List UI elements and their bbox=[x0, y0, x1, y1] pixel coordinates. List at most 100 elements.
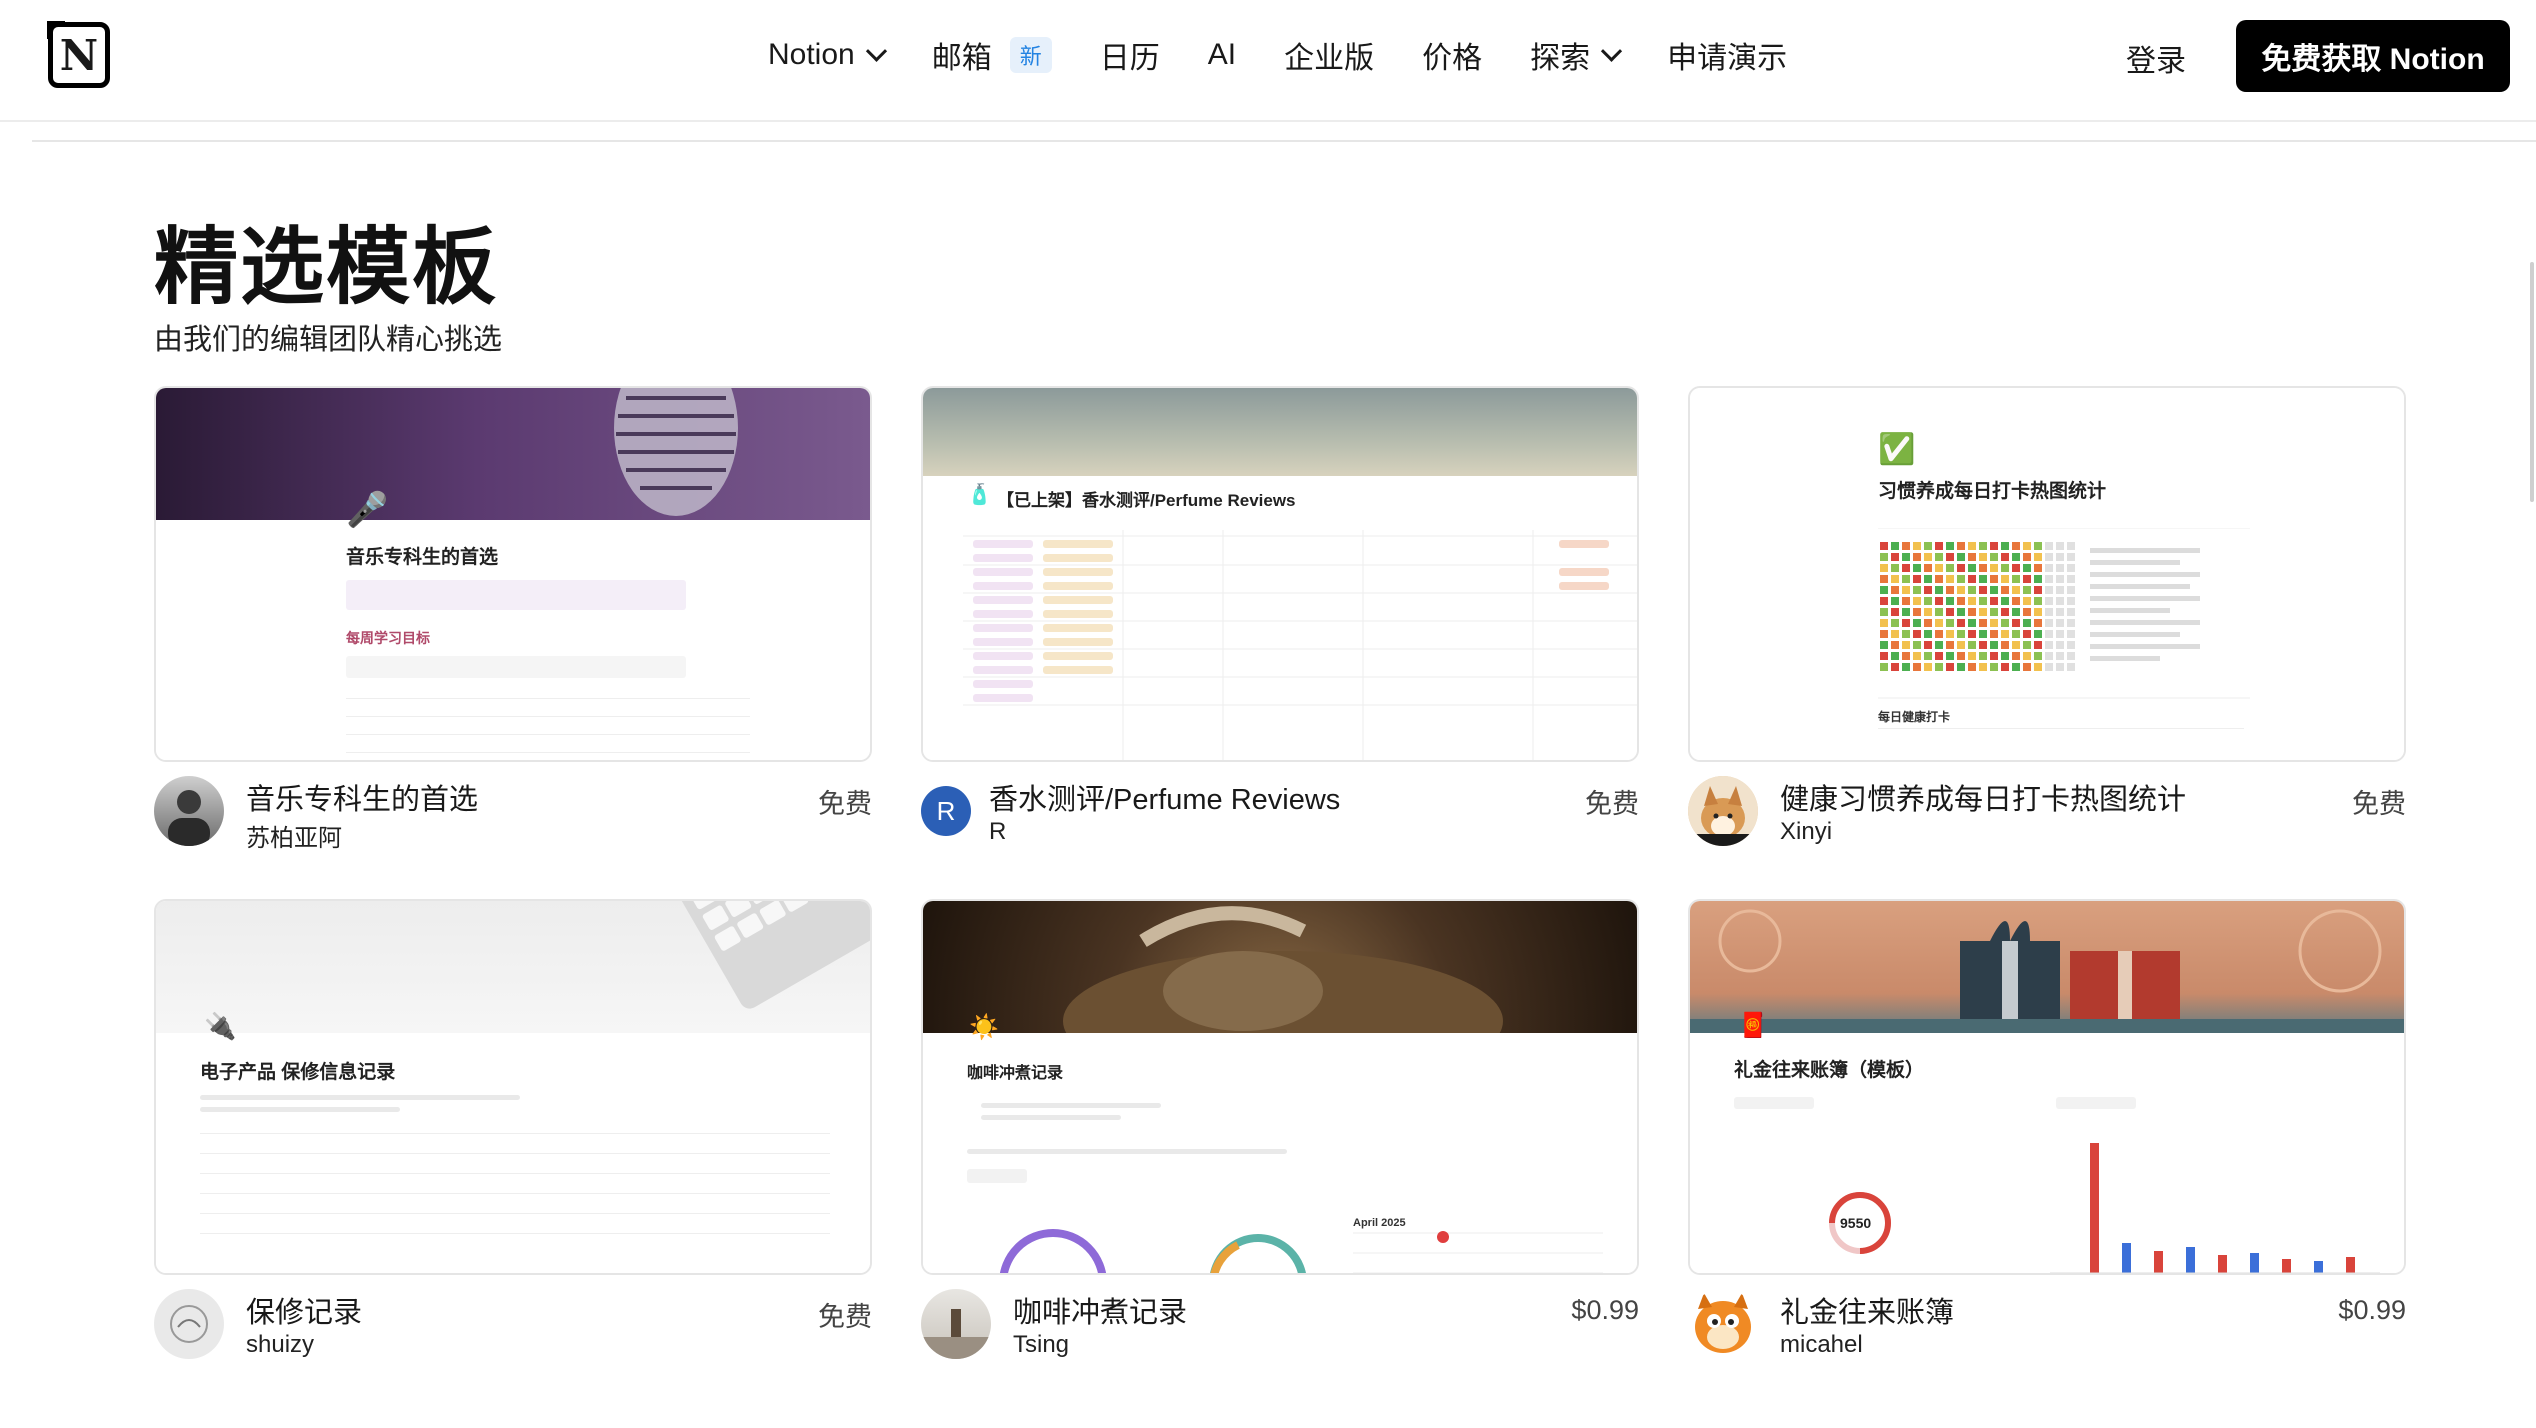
notion-logo-icon[interactable]: N bbox=[47, 21, 110, 88]
heatmap-cell bbox=[1946, 542, 1954, 550]
heatmap-cell bbox=[2034, 608, 2042, 616]
heatmap-cell bbox=[2023, 586, 2031, 594]
get-notion-free-button[interactable]: 免费获取 Notion bbox=[2236, 20, 2510, 92]
template-author[interactable]: Tsing bbox=[1013, 1331, 1069, 1359]
heatmap-cell bbox=[1924, 641, 1932, 649]
template-preview[interactable]: 🧴 【已上架】香水测评/Perfume Reviews bbox=[921, 386, 1639, 762]
template-card[interactable]: 🧴 【已上架】香水测评/Perfume Reviews R 香水测评/Perfu… bbox=[921, 386, 1639, 886]
template-title[interactable]: 香水测评/Perfume Reviews bbox=[989, 776, 1340, 818]
bar-mark bbox=[2314, 1261, 2323, 1273]
nav-item-label: 探索 bbox=[1530, 42, 1591, 75]
chevron-down-icon bbox=[865, 40, 887, 62]
heatmap-cell bbox=[1968, 608, 1976, 616]
heatmap-cell bbox=[2034, 641, 2042, 649]
heatmap-cell bbox=[2034, 575, 2042, 583]
template-author[interactable]: R bbox=[989, 818, 1006, 846]
heatmap-cell bbox=[1913, 542, 1921, 550]
heatmap-cell bbox=[2012, 597, 2020, 605]
heatmap-cell bbox=[2001, 564, 2009, 572]
heatmap-cell bbox=[1957, 652, 1965, 660]
heatmap-cell bbox=[1913, 652, 1921, 660]
preview-title: 习惯养成每日打卡热图统计 bbox=[1878, 481, 2107, 502]
nav-item-mail[interactable]: 邮箱 新 bbox=[932, 33, 1052, 77]
template-author[interactable]: micahel bbox=[1780, 1331, 1863, 1359]
template-preview[interactable]: 🔌 电子产品 保修信息记录 bbox=[154, 899, 872, 1275]
heatmap-cell bbox=[1990, 630, 1998, 638]
heatmap-cell bbox=[1968, 542, 1976, 550]
heatmap-cell bbox=[1924, 575, 1932, 583]
preview-page: 🎤 音乐专科生的首选 每周学习目标 bbox=[156, 491, 870, 760]
heatmap-cell bbox=[2012, 542, 2020, 550]
heatmap-cell bbox=[2067, 630, 2075, 638]
heatmap-cell bbox=[2067, 575, 2075, 583]
preview-page: 🧴 【已上架】香水测评/Perfume Reviews bbox=[923, 476, 1637, 760]
heatmap-cell bbox=[1913, 619, 1921, 627]
template-preview[interactable]: ✅ 习惯养成每日打卡热图统计 每日健康打卡 bbox=[1688, 386, 2406, 762]
template-card[interactable]: 🔌 电子产品 保修信息记录 保修记录 shuizy 免费 bbox=[154, 899, 872, 1399]
nav-item-notion[interactable]: Notion bbox=[768, 38, 887, 72]
heatmap-cell bbox=[1935, 619, 1943, 627]
template-card[interactable]: ✅ 习惯养成每日打卡热图统计 每日健康打卡 健康习惯养成每日打卡热图统计 Xin… bbox=[1688, 386, 2406, 886]
heatmap-cell bbox=[1935, 641, 1943, 649]
nav-item-label: 申请演示 bbox=[1667, 42, 1788, 75]
template-card[interactable]: ☀️ 咖啡冲煮记录 April 2025 咖啡冲煮记录 Tsing $0.99 bbox=[921, 899, 1639, 1399]
template-title[interactable]: 保修记录 bbox=[246, 1289, 362, 1331]
heatmap-cell bbox=[2023, 608, 2031, 616]
microphone-cover-graphic bbox=[614, 388, 738, 516]
nav-item-ai[interactable]: AI bbox=[1208, 38, 1236, 72]
template-preview[interactable]: 🎤 音乐专科生的首选 每周学习目标 bbox=[154, 386, 872, 762]
heatmap-cell bbox=[1957, 619, 1965, 627]
template-author[interactable]: 苏柏亚阿 bbox=[246, 818, 342, 853]
person-avatar-icon bbox=[921, 1309, 991, 1359]
heatmap-cell bbox=[2001, 630, 2009, 638]
template-title[interactable]: 礼金往来账簿 bbox=[1780, 1289, 1954, 1331]
ledger-charts-graphic bbox=[1829, 1143, 2380, 1273]
table-line bbox=[346, 698, 750, 699]
template-author[interactable]: shuizy bbox=[246, 1331, 314, 1359]
section-title: 精选模板 bbox=[154, 220, 499, 314]
heatmap-cell bbox=[1891, 608, 1899, 616]
heatmap-cell bbox=[1924, 553, 1932, 561]
nav-item-enterprise[interactable]: 企业版 bbox=[1284, 33, 1374, 77]
heatmap-cell bbox=[2056, 608, 2064, 616]
heatmap-cell bbox=[2056, 564, 2064, 572]
nav-item-pricing[interactable]: 价格 bbox=[1422, 33, 1482, 77]
template-author[interactable]: Xinyi bbox=[1780, 818, 1832, 846]
text-block bbox=[967, 1149, 1287, 1154]
template-preview[interactable]: 🧧 礼金往来账簿（模板） 9550 bbox=[1688, 899, 2406, 1275]
text-block bbox=[1734, 1097, 1814, 1109]
heatmap-cell bbox=[1990, 608, 1998, 616]
heatmap-cell bbox=[1935, 597, 1943, 605]
template-title[interactable]: 健康习惯养成每日打卡热图统计 bbox=[1780, 776, 2186, 818]
nav-item-request-demo[interactable]: 申请演示 bbox=[1667, 33, 1787, 77]
nav-item-calendar[interactable]: 日历 bbox=[1100, 33, 1160, 77]
heatmap-cell bbox=[1968, 619, 1976, 627]
preview-page: 🧧 礼金往来账簿（模板） 9550 bbox=[1690, 1012, 2404, 1273]
heatmap-cell bbox=[2001, 663, 2009, 671]
heatmap-cell bbox=[1979, 575, 1987, 583]
dog-avatar-icon bbox=[1688, 776, 1758, 846]
heatmap-cell bbox=[1913, 663, 1921, 671]
avatar: R bbox=[921, 786, 971, 836]
heatmap-cell bbox=[1946, 619, 1954, 627]
heatmap-cell bbox=[2056, 597, 2064, 605]
heatmap-cell bbox=[1990, 663, 1998, 671]
heatmap-cell bbox=[1891, 575, 1899, 583]
heatmap-cell bbox=[2001, 553, 2009, 561]
login-link[interactable]: 登录 bbox=[2126, 36, 2186, 80]
heatmap-cell bbox=[1902, 663, 1910, 671]
scrollbar-thumb[interactable] bbox=[2530, 262, 2534, 502]
heatmap-cell bbox=[1990, 575, 1998, 583]
sketch-avatar-icon bbox=[170, 1305, 208, 1343]
template-title[interactable]: 音乐专科生的首选 bbox=[246, 776, 478, 818]
nav-item-explore[interactable]: 探索 bbox=[1530, 33, 1623, 77]
heatmap-cell bbox=[2012, 575, 2020, 583]
heatmap-cell bbox=[1891, 663, 1899, 671]
heatmap-cell bbox=[1913, 641, 1921, 649]
template-card[interactable]: 🎤 音乐专科生的首选 每周学习目标 音乐专科生的首选 苏柏亚阿 免费 bbox=[154, 386, 872, 886]
template-card[interactable]: 🧧 礼金往来账簿（模板） 9550 礼金往来账簿 micahel $0.99 bbox=[1688, 899, 2406, 1399]
template-preview[interactable]: ☀️ 咖啡冲煮记录 April 2025 bbox=[921, 899, 1639, 1275]
heatmap-cell bbox=[2045, 608, 2053, 616]
heatmap-cell bbox=[1880, 553, 1888, 561]
template-title[interactable]: 咖啡冲煮记录 bbox=[1013, 1289, 1187, 1331]
